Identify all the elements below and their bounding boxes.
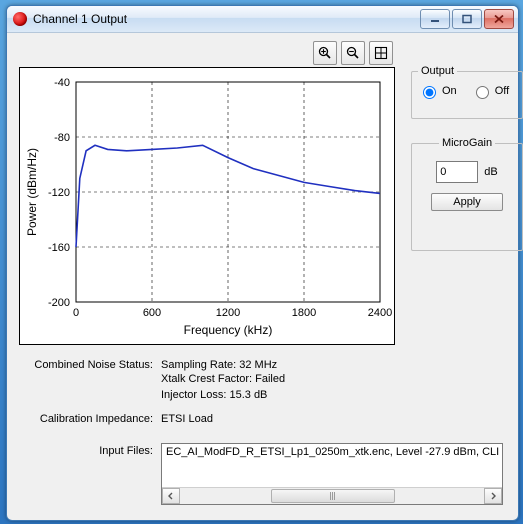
injector-loss-value: Injector Loss: 15.3 dB: [161, 389, 503, 401]
svg-text:2400: 2400: [368, 307, 392, 319]
psd-chart[interactable]: 0 600 1200 1800 2400 -200 -160 -120 -80 -40 Freque…: [19, 67, 395, 345]
svg-text:-40: -40: [54, 77, 70, 89]
output-on-radio[interactable]: On: [418, 83, 457, 99]
zoom-in-button[interactable]: [313, 41, 337, 65]
svg-text:-80: -80: [54, 132, 70, 144]
h-scrollbar[interactable]: [162, 487, 502, 504]
svg-text:1800: 1800: [292, 307, 316, 319]
apply-button[interactable]: Apply: [431, 193, 503, 211]
window-title: Channel 1 Output: [33, 12, 420, 26]
svg-text:-120: -120: [48, 187, 70, 199]
svg-text:-200: -200: [48, 297, 70, 309]
scroll-track[interactable]: [180, 488, 484, 504]
maximize-button[interactable]: [452, 9, 482, 29]
channel-output-window: Channel 1 Output: [6, 5, 519, 521]
zoom-out-icon: [346, 46, 360, 60]
combined-noise-label: Combined Noise Status:: [23, 359, 161, 371]
sampling-rate-value: Sampling Rate: 32 MHz: [161, 359, 503, 371]
microgain-legend: MicroGain: [439, 137, 495, 149]
calibration-label: Calibration Impedance:: [23, 413, 161, 425]
zoom-in-icon: [318, 46, 332, 60]
microgain-panel: MicroGain dB Apply: [411, 137, 523, 251]
calibration-value: ETSI Load: [161, 413, 503, 425]
svg-text:-160: -160: [48, 242, 70, 254]
chevron-right-icon: [489, 492, 497, 500]
minimize-button[interactable]: [420, 9, 450, 29]
zoom-fit-button[interactable]: [369, 41, 393, 65]
zoom-out-button[interactable]: [341, 41, 365, 65]
input-files-item: EC_AI_ModFD_R_ETSI_Lp1_0250m_xtk.enc, Le…: [162, 444, 502, 460]
scroll-right-button[interactable]: [484, 488, 502, 504]
scroll-thumb[interactable]: [271, 489, 395, 503]
svg-text:Power (dBm/Hz): Power (dBm/Hz): [25, 148, 39, 236]
fit-icon: [374, 46, 388, 60]
svg-text:600: 600: [143, 307, 161, 319]
titlebar[interactable]: Channel 1 Output: [7, 6, 518, 33]
xtalk-value: Xtalk Crest Factor: Failed: [161, 373, 503, 385]
microgain-unit: dB: [484, 166, 497, 178]
input-files-list[interactable]: EC_AI_ModFD_R_ETSI_Lp1_0250m_xtk.enc, Le…: [161, 443, 503, 505]
svg-text:1200: 1200: [216, 307, 240, 319]
close-button[interactable]: [484, 9, 514, 29]
input-files-label: Input Files:: [23, 443, 161, 505]
chevron-left-icon: [167, 492, 175, 500]
output-off-radio[interactable]: Off: [471, 83, 509, 99]
svg-text:0: 0: [73, 307, 79, 319]
microgain-input[interactable]: [436, 161, 478, 183]
scroll-left-button[interactable]: [162, 488, 180, 504]
svg-text:Frequency (kHz): Frequency (kHz): [184, 323, 273, 337]
output-panel: Output On Off: [411, 65, 523, 119]
output-legend: Output: [418, 65, 457, 77]
record-icon: [13, 12, 27, 26]
